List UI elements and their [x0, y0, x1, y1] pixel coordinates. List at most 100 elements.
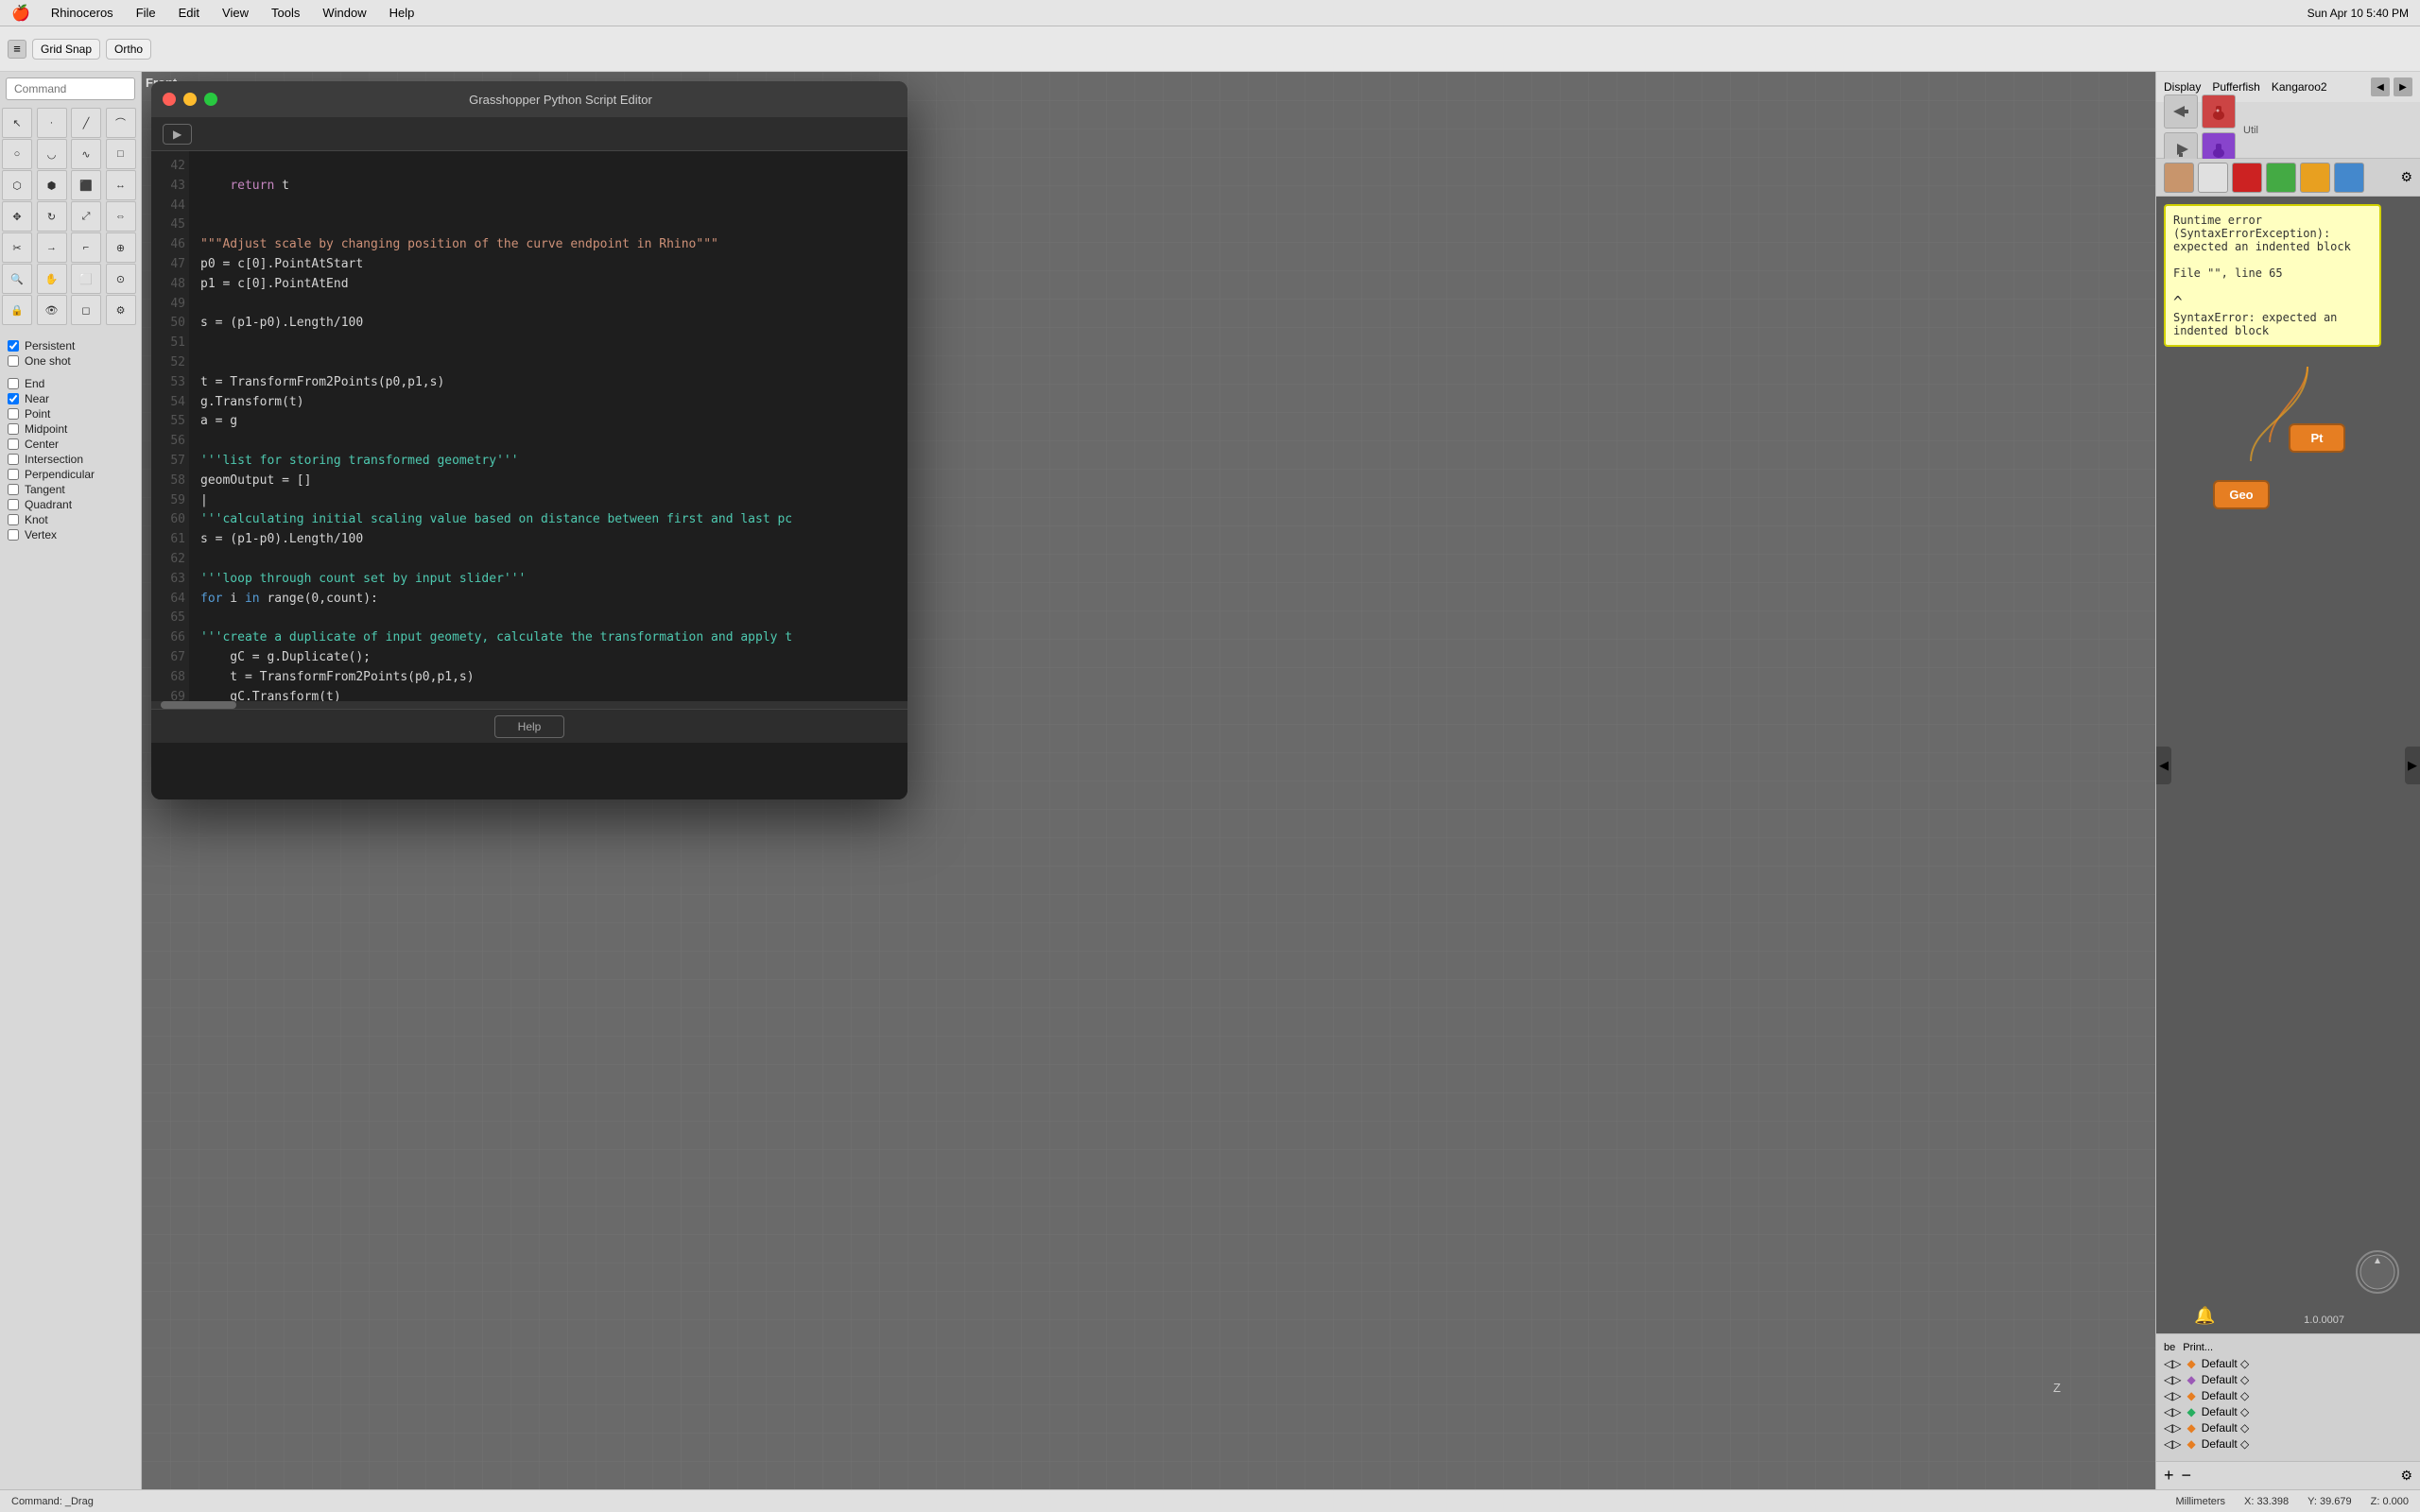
gh-zoom-in-btn[interactable]: + [2164, 1466, 2174, 1486]
tool-dim[interactable]: ↔ [106, 170, 136, 200]
tool-pan[interactable]: ✋ [37, 264, 67, 294]
tool-view3d[interactable]: ⬜ [71, 264, 101, 294]
gh-canvas-area[interactable]: ◀ ▶ Runtime error (SyntaxErrorException)… [2156, 197, 2420, 1333]
tool-select[interactable]: ↖ [2, 108, 32, 138]
gh-notification-btn[interactable]: 🔔 [2194, 1306, 2215, 1326]
tool-snap[interactable]: ⊙ [106, 264, 136, 294]
mac-menubar: 🍎 Rhinoceros File Edit View Tools Window… [0, 0, 2420, 26]
tool-boolean[interactable]: ⊕ [106, 232, 136, 263]
ortho-btn[interactable]: Ortho [106, 39, 151, 60]
editor-toolbar: ▶ [151, 117, 908, 151]
menu-view[interactable]: View [213, 4, 258, 22]
gh-expand-right-btn[interactable]: ▶ [2405, 747, 2420, 784]
osnap-persistent-check[interactable] [8, 340, 19, 352]
osnap-intersection-check[interactable] [8, 454, 19, 465]
osnap-quadrant-check[interactable] [8, 499, 19, 510]
osnap-end: End [8, 376, 133, 391]
tool-mirror[interactable]: ⇔ [106, 201, 136, 232]
palette-green[interactable] [2266, 163, 2296, 193]
tool-polyline[interactable]: ⌒ [106, 108, 136, 138]
tool-surface[interactable]: ⬡ [2, 170, 32, 200]
window-max-btn[interactable] [204, 93, 217, 106]
script-editor-window: Grasshopper Python Script Editor ▶ 42434… [151, 81, 908, 799]
gh-util-label: Util [2239, 125, 2258, 136]
osnap-perpendicular-check[interactable] [8, 469, 19, 480]
osnap-vertex-check[interactable] [8, 529, 19, 541]
palette-red[interactable] [2232, 163, 2262, 193]
sidebar-toggle-btn[interactable]: ≡ [8, 40, 26, 59]
tool-arc[interactable]: ◡ [37, 139, 67, 169]
menu-file[interactable]: File [127, 4, 165, 22]
tool-solid[interactable]: ⬢ [37, 170, 67, 200]
gh-menu-kangaroo[interactable]: Kangaroo2 [2272, 80, 2327, 94]
tool-rect[interactable]: □ [106, 139, 136, 169]
osnap-perpendicular-label: Perpendicular [25, 468, 95, 481]
scroll-thumb[interactable] [161, 701, 236, 709]
menu-edit[interactable]: Edit [169, 4, 209, 22]
gh-panel-collapse-btn[interactable]: ◀ [2371, 77, 2390, 96]
tool-rotate[interactable]: ↻ [37, 201, 67, 232]
osnap-persistent: Persistent [8, 338, 133, 353]
palette-orange[interactable] [2300, 163, 2330, 193]
help-button[interactable]: Help [494, 715, 565, 738]
osnap-end-check[interactable] [8, 378, 19, 389]
tool-freeform[interactable]: ∿ [71, 139, 101, 169]
gh-menu-pufferfish[interactable]: Pufferfish [2212, 80, 2259, 94]
tool-circle[interactable]: ○ [2, 139, 32, 169]
tool-point[interactable]: · [37, 108, 67, 138]
menu-tools[interactable]: Tools [262, 4, 309, 22]
gh-notification-area: 🔔 [2194, 1306, 2215, 1326]
tool-mesh[interactable]: ⬛ [71, 170, 101, 200]
tool-zoom[interactable]: 🔍 [2, 264, 32, 294]
osnap-oneshot-check[interactable] [8, 355, 19, 367]
osnap-knot-label: Knot [25, 513, 48, 526]
palette-gray[interactable] [2198, 163, 2228, 193]
gh-geo-component[interactable]: Geo [2213, 480, 2270, 509]
gh-settings-icon[interactable]: ⚙ [2400, 169, 2412, 185]
tool-settings[interactable]: ⚙ [106, 295, 136, 325]
run-button[interactable]: ▶ [163, 124, 192, 145]
tool-scale[interactable]: ⤢ [71, 201, 101, 232]
gh-rotate-control[interactable] [2354, 1248, 2401, 1296]
tool-lock[interactable]: 🔒 [2, 295, 32, 325]
osnap-midpoint-check[interactable] [8, 423, 19, 435]
tool-fillet[interactable]: ⌐ [71, 232, 101, 263]
gh-param-label-5: Default ◇ [2202, 1421, 2250, 1435]
tool-group[interactable]: ◻ [71, 295, 101, 325]
viewport-area[interactable]: Front Z [142, 72, 2155, 1489]
gh-expand-left-btn[interactable]: ◀ [2156, 747, 2171, 784]
horizontal-scrollbar[interactable] [151, 701, 908, 709]
osnap-point-check[interactable] [8, 408, 19, 420]
gh-params-header: be Print... [2164, 1342, 2412, 1353]
gh-pt-component[interactable]: Pt [2289, 423, 2345, 453]
gh-settings-gear-btn[interactable]: ⚙ [2400, 1468, 2412, 1484]
menu-rhinoceros[interactable]: Rhinoceros [42, 4, 123, 22]
gh-zoom-out-btn[interactable]: − [2182, 1466, 2192, 1486]
gh-menu-display[interactable]: Display [2164, 80, 2201, 94]
gh-util-btns2 [2202, 94, 2236, 166]
code-content[interactable]: return t """Adjust scale by changing pos… [189, 151, 908, 701]
tool-hide[interactable]: 👁 [37, 295, 67, 325]
tool-extend[interactable]: → [37, 232, 67, 263]
osnap-end-label: End [25, 377, 44, 390]
osnap-near-check[interactable] [8, 393, 19, 404]
menu-help[interactable]: Help [380, 4, 424, 22]
tool-move[interactable]: ✥ [2, 201, 32, 232]
palette-blue[interactable] [2334, 163, 2364, 193]
tool-trim[interactable]: ✂ [2, 232, 32, 263]
osnap-tangent-check[interactable] [8, 484, 19, 495]
osnap-intersection: Intersection [8, 452, 133, 467]
window-close-btn[interactable] [163, 93, 176, 106]
grid-snap-btn[interactable]: Grid Snap [32, 39, 100, 60]
apple-menu[interactable]: 🍎 [11, 4, 30, 23]
tool-line[interactable]: ╱ [71, 108, 101, 138]
gh-python-btn[interactable] [2202, 94, 2236, 129]
command-input[interactable] [6, 77, 135, 100]
gh-panel-expand-btn[interactable]: ▶ [2394, 77, 2412, 96]
osnap-knot-check[interactable] [8, 514, 19, 525]
osnap-center-check[interactable] [8, 438, 19, 450]
window-min-btn[interactable] [183, 93, 197, 106]
gh-arrow-right-btn[interactable] [2164, 94, 2198, 129]
menu-window[interactable]: Window [313, 4, 375, 22]
palette-tan[interactable] [2164, 163, 2194, 193]
